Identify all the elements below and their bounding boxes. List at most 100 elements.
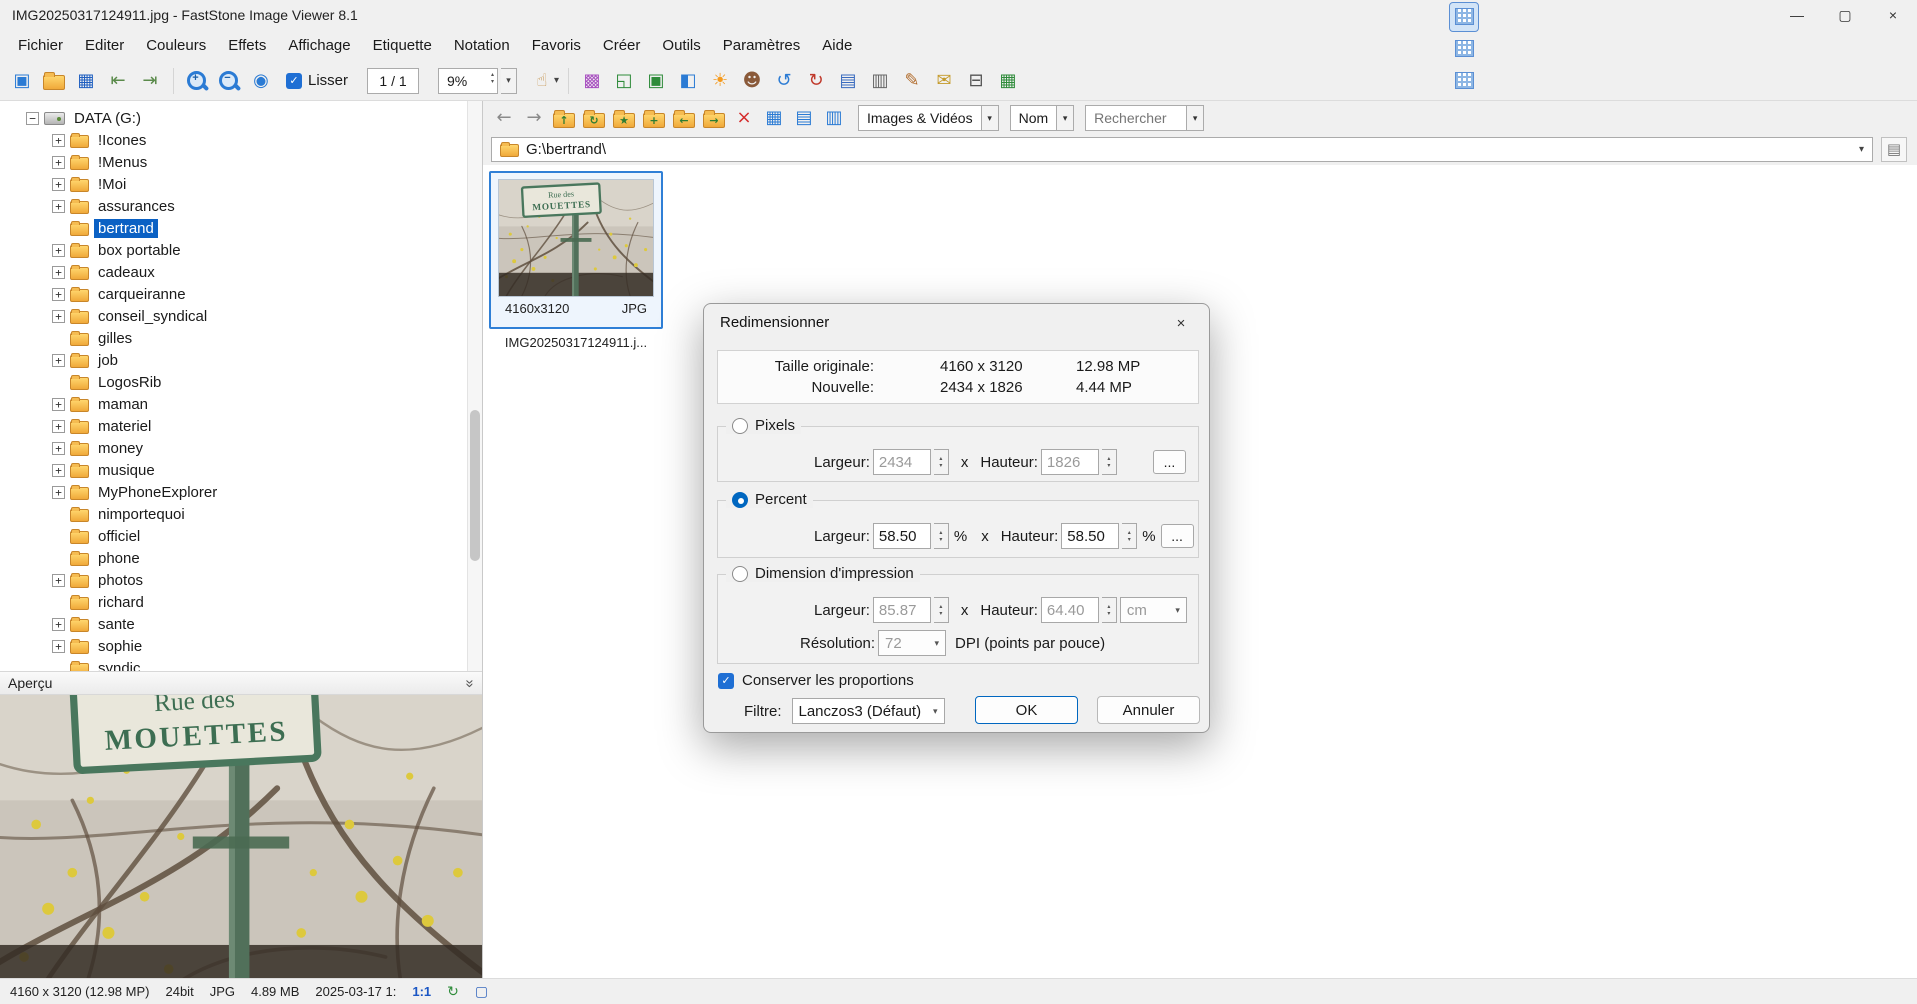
- expand-icon[interactable]: +: [52, 155, 65, 169]
- expand-icon[interactable]: +: [52, 243, 65, 257]
- tree-label[interactable]: !Icones: [94, 131, 150, 150]
- tree-item-officiel[interactable]: officiel: [10, 525, 482, 547]
- address-input[interactable]: G:\bertrand\ ▾: [491, 136, 1873, 162]
- chevron-down-icon[interactable]: ▾: [981, 105, 999, 131]
- expand-icon[interactable]: +: [52, 199, 65, 213]
- menu-etiquette[interactable]: Etiquette: [363, 33, 442, 58]
- menu-outils[interactable]: Outils: [652, 33, 710, 58]
- tree-label[interactable]: officiel: [94, 527, 144, 546]
- tree-label[interactable]: job: [94, 351, 122, 370]
- draw-icon[interactable]: ✎: [898, 67, 926, 95]
- tree-item-myphoneexplorer[interactable]: + MyPhoneExplorer: [10, 481, 482, 503]
- open-folder-icon[interactable]: [40, 67, 68, 95]
- resize-icon[interactable]: ◱: [610, 67, 638, 95]
- menu-editer[interactable]: Editer: [75, 33, 134, 58]
- expand-icon[interactable]: +: [52, 287, 65, 301]
- copy-to-icon[interactable]: ⇤: [104, 67, 132, 95]
- tree-item-musique[interactable]: + musique: [10, 459, 482, 481]
- tree-item-maman[interactable]: + maman: [10, 393, 482, 415]
- tree-label[interactable]: maman: [94, 395, 152, 414]
- tree-label[interactable]: sophie: [94, 637, 146, 656]
- tree-item-syndic[interactable]: syndic: [10, 657, 482, 671]
- copy-folder-icon[interactable]: ←: [671, 105, 697, 131]
- crop-icon[interactable]: ▩: [578, 67, 606, 95]
- tree-label[interactable]: box portable: [94, 241, 185, 260]
- percent-presets-button[interactable]: ...: [1160, 524, 1194, 548]
- zoom-stepper[interactable]: ▴ ▾: [491, 72, 494, 85]
- fit-window-icon[interactable]: ▢: [475, 984, 488, 1000]
- tree-item-data-g[interactable]: − DATA (G:): [10, 107, 482, 129]
- menu-notation[interactable]: Notation: [444, 33, 520, 58]
- tree-item-assurances[interactable]: + assurances: [10, 195, 482, 217]
- list-view-icon[interactable]: ▤: [791, 105, 817, 131]
- tree-item--menus[interactable]: + !Menus: [10, 151, 482, 173]
- zoom-input[interactable]: 9% ▴ ▾: [438, 67, 499, 94]
- compare-icon[interactable]: ▥: [866, 67, 894, 95]
- zoom-dropdown-icon[interactable]: ▾: [501, 67, 518, 94]
- tree-scrollbar-thumb[interactable]: [470, 410, 480, 561]
- open-image-icon[interactable]: ▣: [8, 67, 36, 95]
- forward-icon[interactable]: →: [521, 105, 547, 131]
- tree-label[interactable]: LogosRib: [94, 373, 165, 392]
- collapse-icon[interactable]: −: [26, 111, 39, 125]
- tree-item-gilles[interactable]: gilles: [10, 327, 482, 349]
- tree-item-photos[interactable]: + photos: [10, 569, 482, 591]
- menu-effets[interactable]: Effets: [218, 33, 276, 58]
- chevron-down-icon[interactable]: ▾: [1859, 144, 1864, 155]
- tree-label[interactable]: !Moi: [94, 175, 130, 194]
- menu-favoris[interactable]: Favoris: [522, 33, 591, 58]
- expand-icon[interactable]: +: [52, 441, 65, 455]
- dialog-close-icon[interactable]: ×: [1167, 312, 1195, 334]
- tree-item-logosrib[interactable]: LogosRib: [10, 371, 482, 393]
- expand-icon[interactable]: +: [52, 397, 65, 411]
- details-view-icon[interactable]: ▥: [821, 105, 847, 131]
- tree-item-materiel[interactable]: + materiel: [10, 415, 482, 437]
- pixels-radio[interactable]: [732, 417, 748, 434]
- tree-item-conseil-syndical[interactable]: + conseil_syndical: [10, 305, 482, 327]
- tree-label[interactable]: MyPhoneExplorer: [94, 483, 221, 502]
- tree-item-cadeaux[interactable]: + cadeaux: [10, 261, 482, 283]
- tree-item-job[interactable]: + job: [10, 349, 482, 371]
- tree-label[interactable]: syndic: [94, 659, 145, 672]
- red-eye-icon[interactable]: ☻: [738, 67, 766, 95]
- new-folder-icon[interactable]: +: [641, 105, 667, 131]
- email-icon[interactable]: ✉: [930, 67, 958, 95]
- tree-label[interactable]: photos: [94, 571, 147, 590]
- collapse-preview-icon[interactable]: »: [461, 679, 478, 687]
- tree-item-nimportequoi[interactable]: nimportequoi: [10, 503, 482, 525]
- expand-icon[interactable]: +: [52, 419, 65, 433]
- file-type-filter[interactable]: Images & Vidéos ▾: [858, 105, 999, 131]
- tree-label[interactable]: money: [94, 439, 147, 458]
- color-balance-icon[interactable]: ◧: [674, 67, 702, 95]
- tree-label[interactable]: gilles: [94, 329, 136, 348]
- filter-select[interactable]: Lanczos3 (Défaut) ▾: [791, 698, 945, 724]
- tree-label[interactable]: musique: [94, 461, 159, 480]
- tree-item-carqueiranne[interactable]: + carqueiranne: [10, 283, 482, 305]
- tree-item-phone[interactable]: phone: [10, 547, 482, 569]
- tree-label[interactable]: DATA (G:): [70, 109, 145, 128]
- tree-item--moi[interactable]: + !Moi: [10, 173, 482, 195]
- panel-toggle-icon[interactable]: ▤: [1881, 136, 1907, 162]
- tree-item--icones[interactable]: + !Icones: [10, 129, 482, 151]
- tree-label[interactable]: sante: [94, 615, 139, 634]
- tree-label[interactable]: carqueiranne: [94, 285, 190, 304]
- delete-icon[interactable]: ×: [731, 105, 757, 131]
- tree-item-richard[interactable]: richard: [10, 591, 482, 613]
- tree-label[interactable]: richard: [94, 593, 148, 612]
- zoom-out-icon[interactable]: −: [215, 67, 243, 95]
- brightness-icon[interactable]: ☀: [706, 67, 734, 95]
- expand-icon[interactable]: +: [52, 309, 65, 323]
- menu-couleurs[interactable]: Couleurs: [136, 33, 216, 58]
- tree-label[interactable]: materiel: [94, 417, 155, 436]
- expand-icon[interactable]: +: [52, 265, 65, 279]
- move-folder-icon[interactable]: →: [701, 105, 727, 131]
- tree-label[interactable]: !Menus: [94, 153, 151, 172]
- refresh-icon[interactable]: ↻: [447, 984, 459, 1000]
- tree-item-money[interactable]: + money: [10, 437, 482, 459]
- tree-item-box-portable[interactable]: + box portable: [10, 239, 482, 261]
- print-icon[interactable]: ⊟: [962, 67, 990, 95]
- search-combo[interactable]: ▾: [1085, 105, 1205, 131]
- rotate-left-icon[interactable]: ↺: [770, 67, 798, 95]
- cancel-button[interactable]: Annuler: [1097, 696, 1200, 724]
- menu-affichage[interactable]: Affichage: [278, 33, 360, 58]
